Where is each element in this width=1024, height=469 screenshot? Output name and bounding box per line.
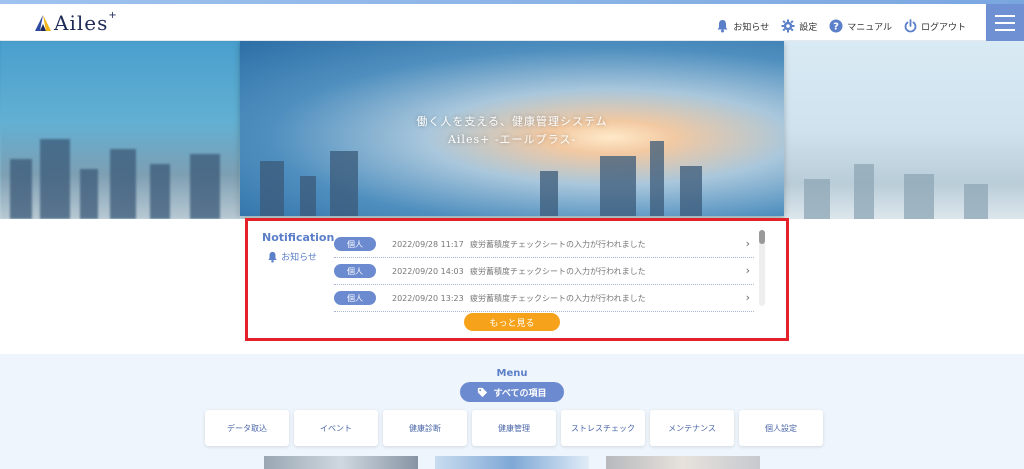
header: Ailes + お知らせ 設定 ? マニュアル ログアウト <box>0 4 1024 44</box>
notification-panel: Notification お知らせ 個人 2022/09/28 11:17 疲労… <box>245 218 789 341</box>
hero-building <box>650 141 664 216</box>
power-icon <box>904 19 917 33</box>
menu-item-stress-check[interactable]: ストレスチェック <box>561 410 645 446</box>
menu-title: Menu <box>496 368 528 379</box>
notification-title: Notification <box>262 231 335 244</box>
bell-icon <box>268 251 277 262</box>
menu-items: データ取込 イベント 健康診断 健康管理 ストレスチェック メンテナンス 個人設… <box>205 410 828 446</box>
menu-item-personal-settings[interactable]: 個人設定 <box>739 410 823 446</box>
thumbnail-image[interactable] <box>606 456 760 469</box>
all-items-label: すべての項目 <box>493 388 547 399</box>
more-button[interactable]: もっと見る <box>464 313 560 331</box>
hero-building <box>110 149 136 219</box>
logo-plus: + <box>108 9 117 21</box>
bell-icon <box>717 20 728 33</box>
notification-text: 疲労蓄積度チェックシートの入力が行われました <box>470 293 646 303</box>
notification-text: 疲労蓄積度チェックシートの入力が行われました <box>470 239 646 249</box>
notification-item[interactable]: 個人 2022/09/20 13:23 疲労蓄積度チェックシートの入力が行われま… <box>334 285 754 312</box>
hero-building <box>904 174 934 219</box>
hero-subtitle: Ailes+ -エールプラス- <box>447 133 577 146</box>
hero-building <box>330 151 358 216</box>
hamburger-menu-button[interactable] <box>986 4 1024 42</box>
help-icon: ? <box>829 19 843 33</box>
hero-building <box>190 154 220 219</box>
notification-item[interactable]: 個人 2022/09/28 11:17 疲労蓄積度チェックシートの入力が行われま… <box>334 231 754 258</box>
menu-item-health-checkup[interactable]: 健康診断 <box>383 410 467 446</box>
category-badge: 個人 <box>334 237 376 251</box>
chevron-right-icon: › <box>745 291 750 304</box>
notification-heading: Notification お知らせ <box>262 231 335 263</box>
chevron-right-icon: › <box>745 264 750 277</box>
hero-building <box>964 184 988 219</box>
hero-building <box>150 164 170 219</box>
hero-building <box>10 159 32 219</box>
hero-building <box>540 171 558 216</box>
nav-settings[interactable]: 設定 <box>781 19 817 33</box>
hero-building <box>40 139 70 219</box>
hero-building <box>80 169 98 219</box>
notification-text: 疲労蓄積度チェックシートの入力が行われました <box>470 266 646 276</box>
logo-text: Ailes <box>54 11 109 35</box>
menu-item-maintenance[interactable]: メンテナンス <box>650 410 734 446</box>
logo-mark-icon <box>34 14 52 32</box>
hamburger-line <box>995 29 1015 31</box>
hamburger-line <box>995 22 1015 24</box>
logo[interactable]: Ailes + <box>34 9 117 35</box>
hero-banner: 働く人を支える、健康管理システム Ailes+ -エールプラス- <box>0 41 1024 219</box>
hero-building <box>854 164 874 219</box>
notification-list: 個人 2022/09/28 11:17 疲労蓄積度チェックシートの入力が行われま… <box>334 231 754 312</box>
category-badge: 個人 <box>334 291 376 305</box>
notification-date: 2022/09/28 11:17 <box>392 239 464 249</box>
hero-building <box>300 176 316 216</box>
nav-manual[interactable]: ? マニュアル <box>829 19 892 33</box>
notification-subtitle-label: お知らせ <box>281 253 317 263</box>
header-nav: お知らせ 設定 ? マニュアル ログアウト <box>704 8 966 44</box>
gear-icon <box>781 19 795 33</box>
menu-item-event[interactable]: イベント <box>294 410 378 446</box>
svg-text:?: ? <box>833 22 839 33</box>
nav-notifications[interactable]: お知らせ <box>716 19 769 33</box>
menu-section: Menu すべての項目 データ取込 イベント 健康診断 健康管理 ストレスチェッ… <box>0 354 1024 469</box>
nav-settings-label: 設定 <box>799 22 818 33</box>
menu-item-data-import[interactable]: データ取込 <box>205 410 289 446</box>
tag-icon <box>478 387 488 397</box>
all-items-button[interactable]: すべての項目 <box>460 382 564 402</box>
hero-building <box>680 166 702 216</box>
hero-title: 働く人を支える、健康管理システム <box>416 115 608 128</box>
notification-scrollbar[interactable] <box>759 230 765 306</box>
scrollbar-thumb[interactable] <box>759 230 765 244</box>
hero-building <box>260 161 284 216</box>
hero-building <box>804 179 830 219</box>
nav-notifications-label: お知らせ <box>733 22 770 33</box>
notification-item[interactable]: 個人 2022/09/20 14:03 疲労蓄積度チェックシートの入力が行われま… <box>334 258 754 285</box>
notification-date: 2022/09/20 13:23 <box>392 293 464 303</box>
category-badge: 個人 <box>334 264 376 278</box>
thumbnail-image[interactable] <box>264 456 418 469</box>
nav-logout[interactable]: ログアウト <box>904 19 966 33</box>
thumbnail-image[interactable] <box>435 456 589 469</box>
hero-side-right <box>784 41 1024 219</box>
chevron-right-icon: › <box>745 237 750 250</box>
hamburger-line <box>995 15 1015 17</box>
notification-subtitle: お知らせ <box>262 250 322 263</box>
hero-side-left <box>0 41 240 219</box>
nav-logout-label: ログアウト <box>920 22 966 33</box>
feature-thumbnails <box>264 456 777 469</box>
hero-building <box>600 156 636 216</box>
nav-manual-label: マニュアル <box>847 22 892 33</box>
notification-date: 2022/09/20 14:03 <box>392 266 464 276</box>
menu-item-health-management[interactable]: 健康管理 <box>472 410 556 446</box>
